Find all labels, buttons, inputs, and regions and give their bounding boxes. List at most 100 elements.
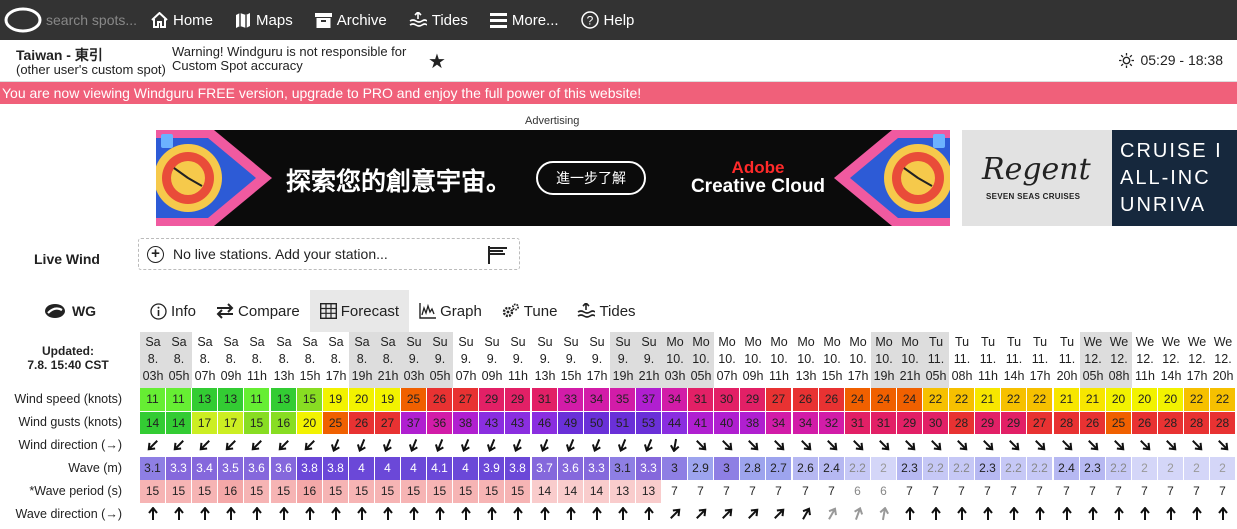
nav-more[interactable]: More... [489, 12, 559, 29]
tab-graph-label: Graph [440, 302, 482, 320]
forecast-column-header: Tu 11. 08h [949, 332, 975, 388]
wave-period-cell: 7 [1184, 480, 1210, 503]
direction-arrow-icon [879, 506, 889, 521]
direction-arrow-icon [774, 440, 785, 451]
live-wind-label: Live Wind [34, 251, 100, 267]
direction-arrow-icon [460, 439, 470, 453]
wave-period-cell: 15 [375, 480, 401, 503]
tab-info[interactable]: Info [140, 290, 206, 332]
column-hour: 11h [247, 369, 267, 383]
wave-period-cell: 15 [505, 480, 531, 503]
forecast-column-header: Sa 8. 19h [349, 332, 375, 388]
wave-period-cell: 15 [166, 480, 192, 503]
wave-period-cell: 7 [923, 480, 949, 503]
direction-arrow-icon [801, 440, 812, 451]
tab-tides[interactable]: Tides [567, 290, 645, 332]
ad-cta-button[interactable]: 進一步了解 [536, 161, 646, 195]
direction-arrow-icon [199, 440, 210, 451]
windguru-logo[interactable] [0, 0, 46, 40]
column-hour: 15h [821, 369, 843, 383]
nav-home[interactable]: Home [151, 12, 213, 29]
wave-period-cell: 7 [793, 480, 819, 503]
direction-arrow-icon [539, 439, 549, 453]
nav-help[interactable]: ? Help [580, 11, 634, 29]
wind-speed-cell: 21 [1054, 388, 1080, 411]
adobe-ad-banner[interactable]: 探索您的創意宇宙。 進一步了解 Adobe Creative Cloud [156, 130, 950, 226]
tab-tune[interactable]: Tune [492, 290, 568, 332]
regent-cruise-ad[interactable]: Regent SEVEN SEAS CRUISES CRUISE I ALL-I… [962, 130, 1237, 226]
column-day: We [1083, 335, 1103, 349]
column-day: Su [458, 335, 474, 349]
ad-regent-subtitle: SEVEN SEAS CRUISES [986, 192, 1081, 201]
direction-arrow-icon [748, 508, 759, 519]
wind-direction-cell [793, 434, 819, 457]
direction-arrow-icon [1062, 506, 1072, 520]
direction-arrow-icon [1140, 440, 1151, 451]
ad-art-right [834, 130, 950, 226]
column-hour: 21h [899, 369, 921, 383]
tab-graph[interactable]: Graph [409, 290, 492, 332]
column-day: Mo [744, 335, 762, 349]
row-label-wave-period: *Wave period (s) [29, 484, 122, 498]
direction-arrow-icon [1166, 506, 1176, 520]
wind-speed-cell: 15 [297, 388, 323, 411]
pro-upgrade-banner[interactable]: You are now viewing Windguru FREE versio… [0, 82, 1237, 104]
forecast-column-header: Su 9. 11h [505, 332, 531, 388]
direction-arrow-icon [879, 440, 890, 451]
nav-archive[interactable]: Archive [314, 12, 387, 29]
wave-height-cell: 3.3 [584, 457, 610, 480]
wind-direction-cell [271, 434, 297, 457]
tab-forecast[interactable]: Forecast [309, 290, 410, 332]
wind-speed-cell: 29 [505, 388, 531, 411]
wave-period-cell: 15 [479, 480, 505, 503]
nav-maps[interactable]: Maps [235, 12, 293, 29]
forecast-column-header: Tu 11. 20h [1054, 332, 1080, 388]
direction-arrow-icon [1114, 440, 1125, 451]
wave-direction-cell [192, 503, 218, 526]
wind-speed-cell: 35 [610, 388, 636, 411]
search-input[interactable]: search spots... [46, 12, 151, 28]
wave-height-cell: 4 [401, 457, 427, 480]
column-hour: 15h [560, 369, 582, 383]
forecast-column-header: Mo 10. 05h [688, 332, 714, 388]
gear-icon [502, 303, 519, 318]
column-date: 9. [539, 352, 551, 366]
wave-direction-cell [819, 503, 845, 526]
wave-direction-cell [323, 503, 349, 526]
wind-gusts-cell: 29 [975, 411, 1001, 434]
wind-gusts-cell: 14 [140, 411, 166, 434]
tab-compare[interactable]: Compare [206, 290, 310, 332]
wind-direction-cell [192, 434, 218, 457]
direction-arrow-icon [670, 508, 681, 519]
direction-arrow-icon [513, 506, 523, 520]
wind-direction-cell [819, 434, 845, 457]
wave-period-cell: 7 [1106, 480, 1132, 503]
row-label-wind-direction: Wind direction (→) [18, 438, 123, 452]
wave-direction-cell [349, 503, 375, 526]
direction-arrow-icon [512, 439, 522, 453]
column-date: 8. [225, 352, 237, 366]
column-day: Sa [276, 335, 292, 349]
column-day: We [1161, 335, 1181, 349]
direction-arrow-icon [983, 440, 994, 451]
column-date: 8. [251, 352, 263, 366]
wind-direction-cell [1132, 434, 1158, 457]
wind-speed-cell: 21 [1080, 388, 1106, 411]
wind-direction-cell [662, 434, 688, 457]
ad-brand-adobe: Adobe [731, 158, 785, 177]
direction-arrow-icon [827, 440, 838, 451]
direction-arrow-icon [251, 440, 262, 451]
tab-info-label: Info [171, 302, 197, 320]
home-icon [151, 12, 168, 28]
wave-direction-cell [505, 503, 531, 526]
add-live-station[interactable]: + No live stations. Add your station... [138, 238, 520, 270]
direction-arrow-icon [722, 508, 733, 519]
nav-tides[interactable]: Tides [409, 12, 468, 29]
wind-gusts-cell: 26 [1132, 411, 1158, 434]
column-day: Mo [797, 335, 815, 349]
wind-speed-cell: 11 [244, 388, 270, 411]
favorite-star-icon[interactable]: ★ [428, 49, 446, 74]
forecast-column-header: Su 9. 13h [532, 332, 558, 388]
column-date: 11. [927, 352, 945, 366]
wave-height-cell: 3 [662, 457, 688, 480]
